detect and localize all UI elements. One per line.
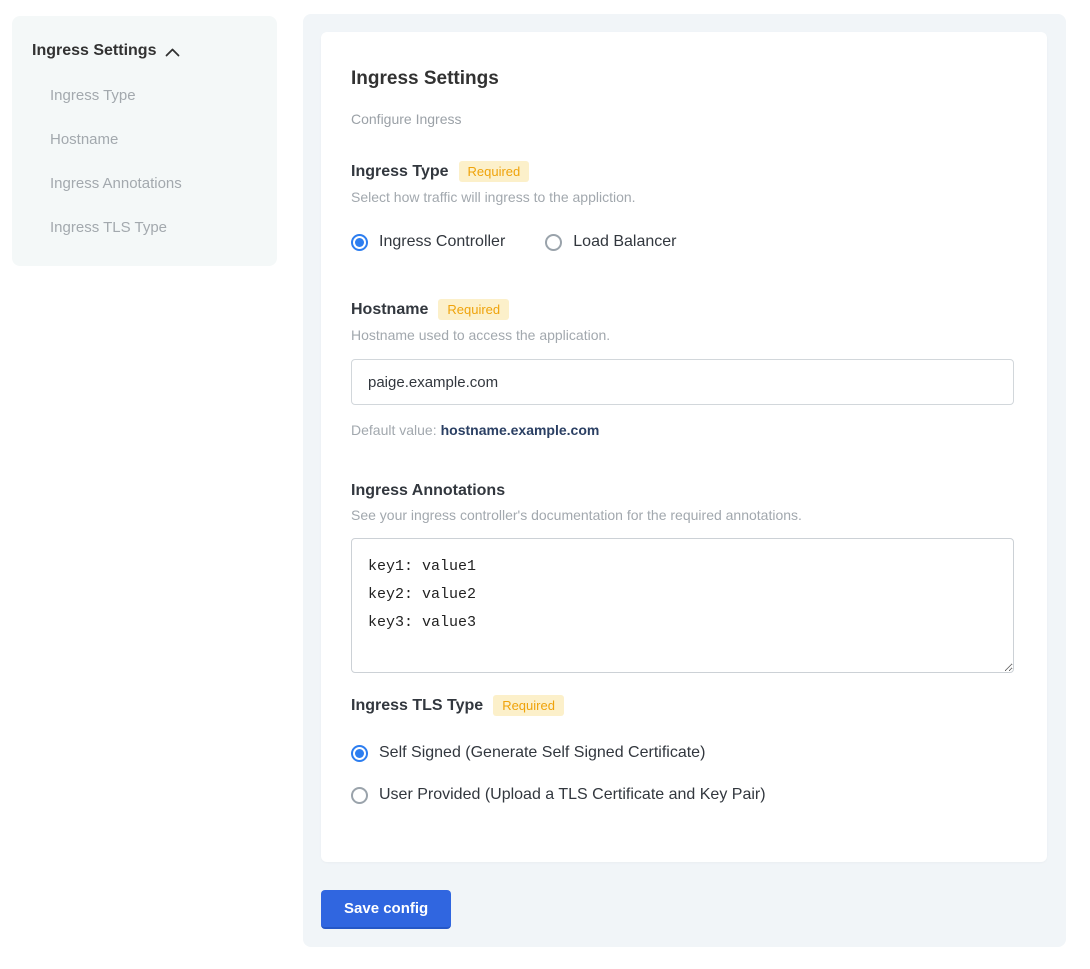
radio-option-ingress-controller[interactable]: Ingress Controller — [351, 233, 505, 251]
sidebar-item-ingress-annotations[interactable]: Ingress Annotations — [50, 175, 257, 192]
radio-option-label: Self Signed (Generate Self Signed Certif… — [379, 744, 705, 762]
field-help-ingress-type: Select how traffic will ingress to the a… — [351, 189, 1017, 205]
sidebar-group-ingress-settings[interactable]: Ingress Settings — [32, 42, 257, 60]
default-value-text: hostname.example.com — [441, 422, 600, 438]
radio-button-icon — [351, 745, 368, 762]
required-badge: Required — [459, 161, 530, 182]
field-label-ingress-type: Ingress Type — [351, 163, 449, 181]
default-value-label: Default value: — [351, 422, 437, 438]
ingress-annotations-textarea[interactable]: key1: value1 key2: value2 key3: value3 — [351, 538, 1014, 673]
radio-option-user-provided[interactable]: User Provided (Upload a TLS Certificate … — [351, 786, 1017, 804]
config-card: Ingress Settings Configure Ingress Ingre… — [321, 32, 1047, 862]
radio-option-label: User Provided (Upload a TLS Certificate … — [379, 786, 766, 804]
save-config-button[interactable]: Save config — [321, 890, 451, 929]
section-ingress-type: Ingress Type Required Select how traffic… — [351, 161, 1017, 251]
ingress-tls-type-radio-group: Self Signed (Generate Self Signed Certif… — [351, 744, 1017, 804]
sidebar-group-label: Ingress Settings — [32, 42, 156, 60]
config-panel: Ingress Settings Configure Ingress Ingre… — [303, 14, 1066, 947]
sidebar-item-list: Ingress Type Hostname Ingress Annotation… — [50, 87, 257, 236]
field-help-ingress-annotations: See your ingress controller's documentat… — [351, 507, 1017, 523]
chevron-up-icon — [165, 48, 180, 57]
radio-button-icon — [545, 234, 562, 251]
radio-option-load-balancer[interactable]: Load Balancer — [545, 233, 676, 251]
field-label-ingress-annotations: Ingress Annotations — [351, 482, 505, 500]
section-ingress-tls-type: Ingress TLS Type Required Self Signed (G… — [351, 695, 1017, 804]
radio-button-icon — [351, 234, 368, 251]
sidebar-item-ingress-tls-type[interactable]: Ingress TLS Type — [50, 219, 257, 236]
required-badge: Required — [438, 299, 509, 320]
field-label-ingress-tls-type: Ingress TLS Type — [351, 697, 483, 715]
hostname-input[interactable] — [351, 359, 1014, 405]
sidebar-item-ingress-type[interactable]: Ingress Type — [50, 87, 257, 104]
page-subtitle: Configure Ingress — [351, 111, 1017, 127]
section-ingress-annotations: Ingress Annotations See your ingress con… — [351, 482, 1017, 673]
section-hostname: Hostname Required Hostname used to acces… — [351, 299, 1017, 438]
sidebar-item-hostname[interactable]: Hostname — [50, 131, 257, 148]
radio-button-icon — [351, 787, 368, 804]
config-nav-sidebar: Ingress Settings Ingress Type Hostname I… — [12, 16, 277, 266]
field-help-hostname: Hostname used to access the application. — [351, 327, 1017, 343]
radio-option-label: Ingress Controller — [379, 233, 505, 251]
required-badge: Required — [493, 695, 564, 716]
ingress-type-radio-group: Ingress Controller Load Balancer — [351, 233, 1017, 251]
page-title: Ingress Settings — [351, 68, 1017, 90]
hostname-default-value: Default value:hostname.example.com — [351, 422, 1017, 438]
field-label-hostname: Hostname — [351, 301, 428, 319]
radio-option-self-signed[interactable]: Self Signed (Generate Self Signed Certif… — [351, 744, 1017, 762]
radio-option-label: Load Balancer — [573, 233, 676, 251]
